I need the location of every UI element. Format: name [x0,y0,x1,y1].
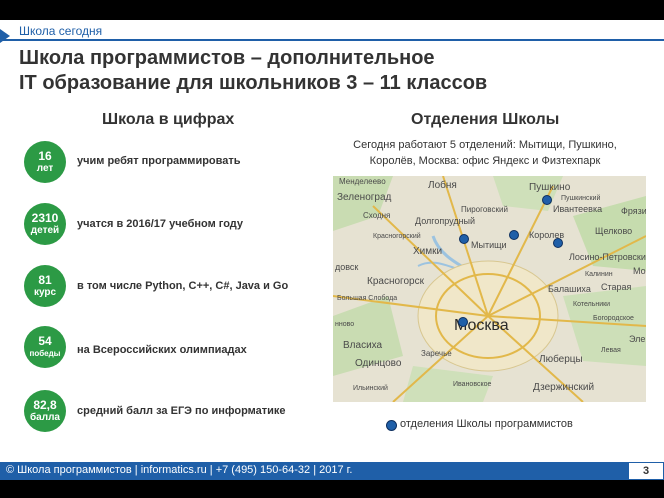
map-label: Красногорский [373,232,421,240]
map-label: Одинцово [355,358,402,369]
map-label: Химки [413,246,442,257]
legend-text: отделения Школы программистов [400,418,573,430]
map-label: Зеленоград [337,192,392,203]
branch-marker-korolev[interactable] [509,230,519,240]
map-label: Калинин [585,271,613,278]
map-label: Красногорск [367,276,425,287]
map-label: Мо [633,266,646,276]
map-label: Щелково [595,226,632,236]
map-label: Ивановское [453,381,491,388]
branch-marker-fiztekhpark[interactable] [553,238,563,248]
map-label: Долгопрудный [415,216,475,226]
stat-num: 16 [38,149,52,163]
stat-badge-score: 82,8 балла [24,390,66,432]
stat-text-children: учатся в 2016/17 учебном году [77,218,244,230]
desc-line-2: Королёв, Москва: офис Яндекс и Физтехпар… [369,155,601,167]
map-label: Старая [601,282,632,292]
page-title: Школа программистов – дополнительное IT … [19,46,649,96]
stat-badge-wins: 54 победы [24,326,66,368]
stat-unit: победы [29,349,61,358]
stat-text-score: средний балл за ЕГЭ по информатике [77,405,286,417]
map-label: Ивантеевка [553,204,602,214]
stat-text-wins: на Всероссийских олимпиадах [77,344,247,356]
map-label: Пироговский [461,205,508,214]
stat-badge-courses: 81 курс [24,265,66,307]
map-graphic: Менделеево Лобня Пушкино Зеленоград Пиро… [333,176,646,402]
map-label: Фрязи [621,206,646,216]
map-label: Лобня [428,179,457,191]
branch-marker-pushkino[interactable] [542,195,552,205]
map-label: Левая [601,347,621,354]
map-label: Пушкинский [561,194,600,202]
stat-unit: балла [29,412,60,423]
map-label: Власиха [343,340,383,351]
map-label: Мытищи [471,240,507,250]
branches-description: Сегодня работают 5 отделений: Мытищи, Пу… [330,137,640,169]
branch-marker-mytishchi[interactable] [459,234,469,244]
desc-line-1: Сегодня работают 5 отделений: Мытищи, Пу… [353,139,617,151]
top-black-bar [0,0,664,20]
title-line-2: IT образование для школьников 3 – 11 кла… [19,72,488,94]
map-label: Богородское [593,315,634,322]
map-label: нново [335,321,354,328]
bottom-black-bar [0,480,664,498]
map-label: Лосино-Петровский [569,252,646,262]
stat-unit: детей [30,225,60,236]
stat-num: 82,8 [33,398,57,412]
footer-bar: © Школа программистов | informatics.ru |… [0,462,664,480]
map-label: Заречье [421,349,452,358]
page-number: 3 [628,462,664,480]
stat-num: 81 [38,273,52,287]
stat-unit: курс [33,287,57,298]
branches-map: Менделеево Лобня Пушкино Зеленоград Пиро… [333,176,646,402]
map-label: Люберцы [539,353,583,365]
map-label: Элe [629,334,645,344]
map-label: Сходня [363,211,390,220]
map-label: Большая Слобода [337,294,397,302]
stat-text-courses: в том числе Python, C++, C#, Java и Go [77,280,289,292]
legend-marker-icon [386,420,397,431]
map-label: довск [335,262,358,272]
stat-badge-children: 2310 детей [24,203,66,245]
stat-num: 54 [38,334,52,348]
header-rule [0,39,664,41]
map-label: Дзержинский [533,382,594,393]
stat-unit: лет [36,163,54,174]
stat-num: 2310 [31,211,59,225]
map-label: Балашиха [548,284,591,294]
branch-marker-yandex[interactable] [458,317,468,327]
stats-heading: Школа в цифрах [102,111,235,128]
title-line-1: Школа программистов – дополнительное [19,47,435,69]
stat-text-years: учим ребят программировать [77,155,241,167]
map-label: Пушкино [529,182,571,193]
footer-text: © Школа программистов | informatics.ru |… [6,464,353,476]
map-label: Ильинский [353,384,388,392]
section-label: Школа сегодня [19,24,103,38]
map-label: Менделеево [339,177,386,186]
map-label: Котельники [573,301,610,308]
stat-badge-years: 16 лет [24,141,66,183]
branches-heading: Отделения Школы [411,111,560,128]
